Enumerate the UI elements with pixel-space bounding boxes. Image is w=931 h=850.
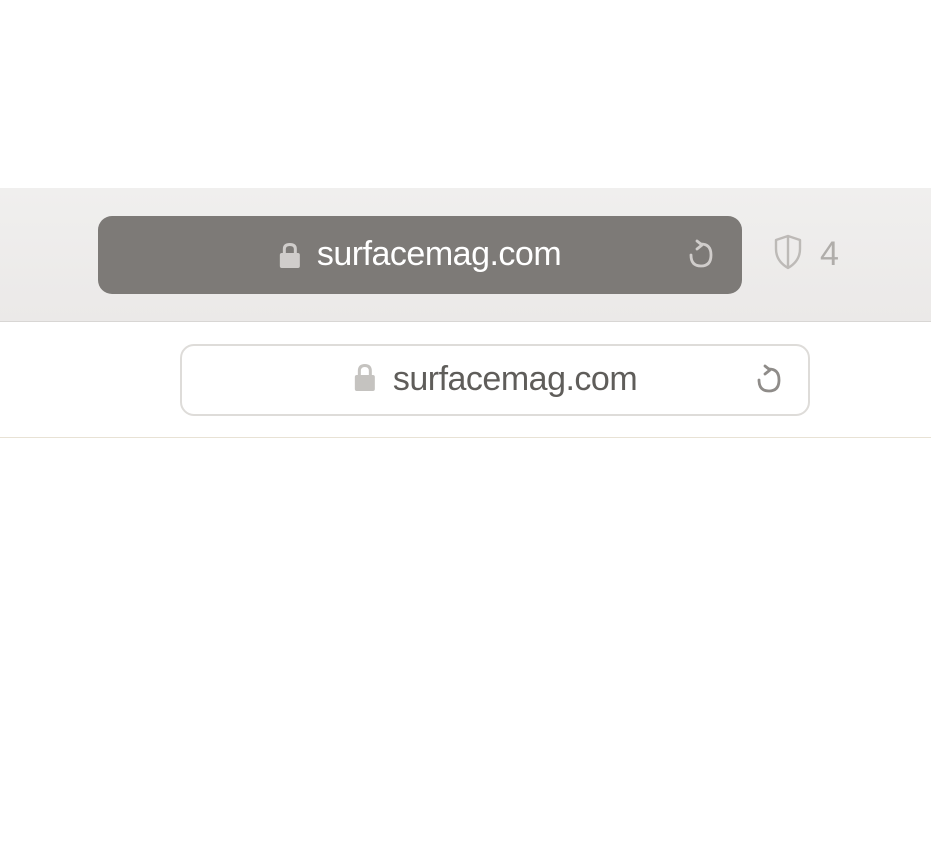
browser-toolbar: surfacemag.com 4 [0,188,931,322]
lock-icon [353,362,377,397]
tracker-count: 4 [820,235,839,274]
address-center: surfacemag.com [279,235,561,274]
tracker-section[interactable]: 4 [772,233,839,276]
reload-button-light[interactable] [754,363,784,397]
reload-button-dark[interactable] [686,238,716,272]
address-bar-dark[interactable]: surfacemag.com [98,216,742,294]
lock-icon [279,241,301,269]
shield-icon [772,233,804,276]
domain-text-dark: surfacemag.com [317,235,561,274]
domain-text-light: surfacemag.com [393,360,637,399]
content-toolbar: surfacemag.com [0,322,931,438]
address-center-light: surfacemag.com [353,360,637,399]
address-bar-light[interactable]: surfacemag.com [180,344,810,416]
